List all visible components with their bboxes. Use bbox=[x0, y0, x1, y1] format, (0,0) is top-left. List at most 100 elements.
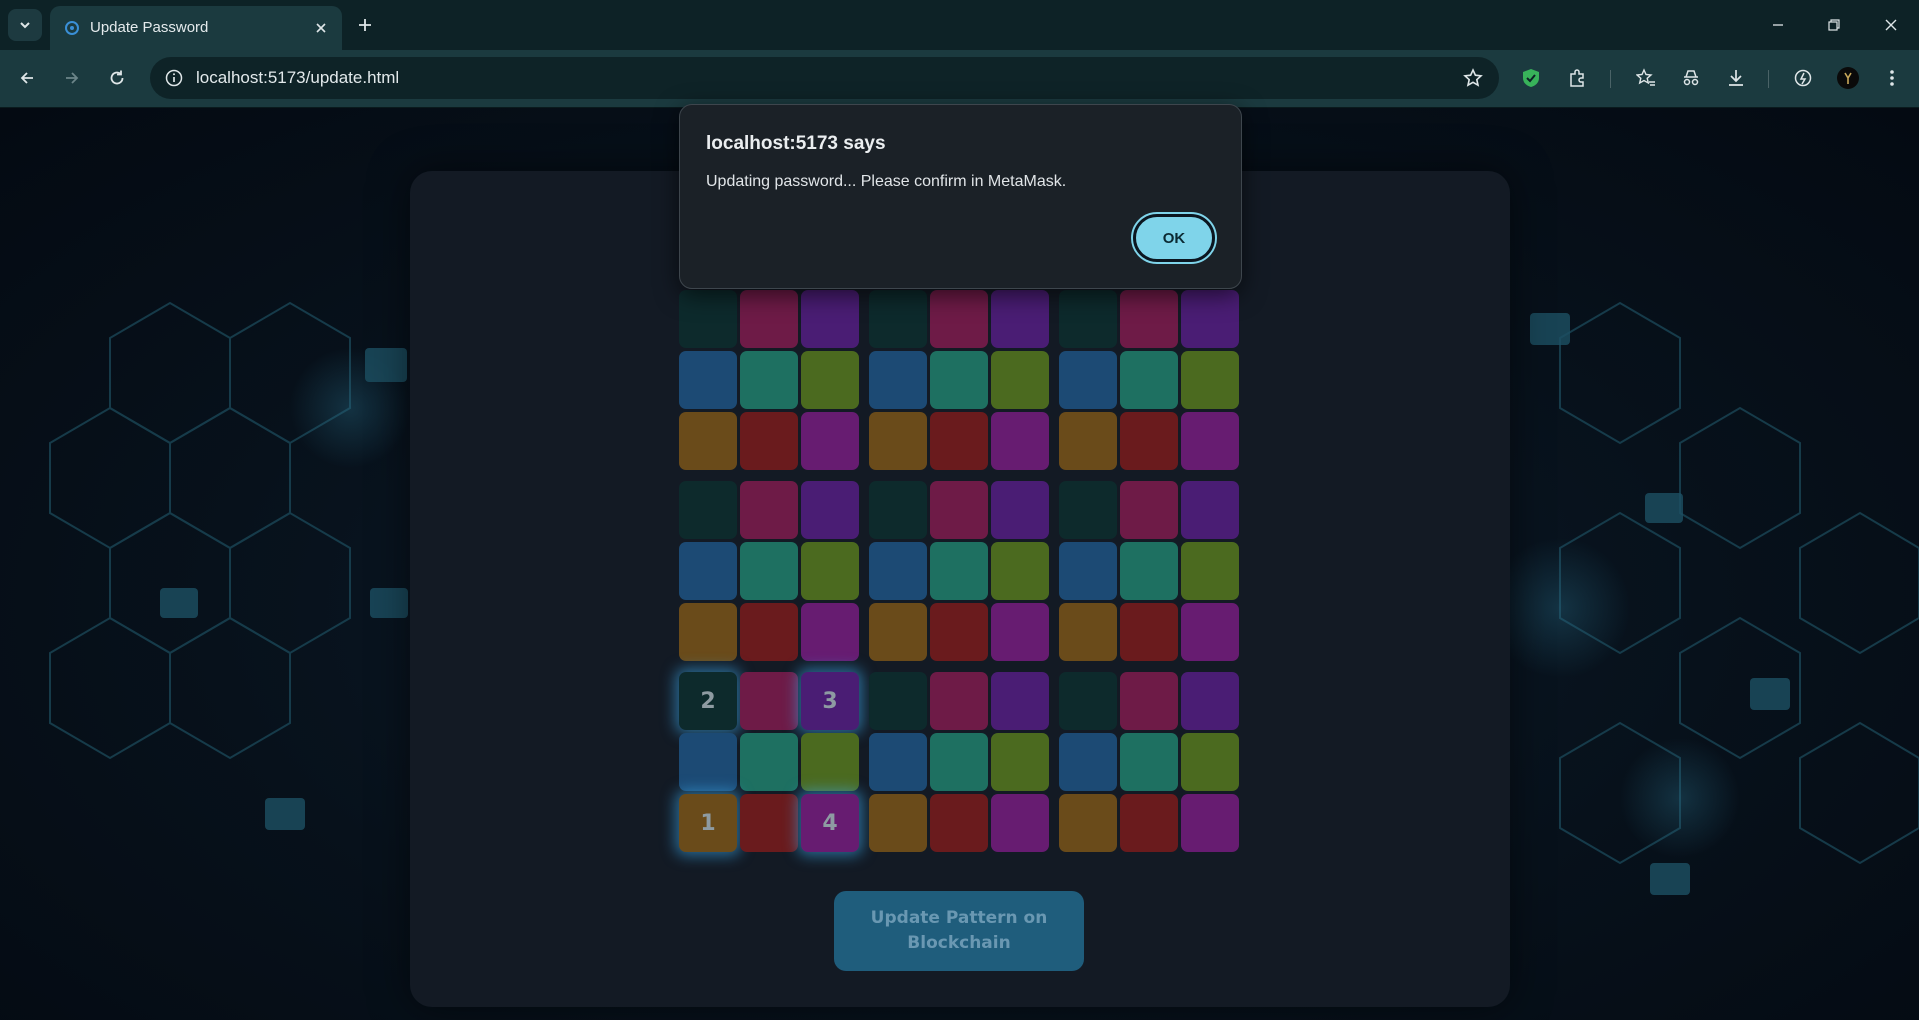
pattern-cell[interactable] bbox=[1059, 603, 1117, 661]
pattern-cell[interactable] bbox=[1181, 412, 1239, 470]
minimize-window-button[interactable] bbox=[1755, 10, 1801, 40]
pattern-cell[interactable] bbox=[679, 603, 737, 661]
address-bar[interactable]: localhost:5173/update.html bbox=[150, 57, 1499, 99]
pattern-cell[interactable] bbox=[869, 351, 927, 409]
pattern-cell[interactable] bbox=[1059, 794, 1117, 852]
pattern-cell[interactable] bbox=[740, 672, 798, 730]
back-button[interactable] bbox=[11, 62, 43, 94]
pattern-cell[interactable] bbox=[991, 603, 1049, 661]
pattern-cell-selected[interactable]: 2 bbox=[679, 672, 737, 730]
pattern-cell[interactable] bbox=[1120, 290, 1178, 348]
pattern-cell[interactable] bbox=[740, 481, 798, 539]
pattern-cell-selected[interactable]: 4 bbox=[801, 794, 859, 852]
shield-extension-button[interactable] bbox=[1517, 64, 1545, 92]
close-window-button[interactable] bbox=[1868, 10, 1914, 40]
favorites-button[interactable] bbox=[1632, 64, 1660, 92]
pattern-cell[interactable] bbox=[1181, 603, 1239, 661]
pattern-cell[interactable] bbox=[801, 351, 859, 409]
dialog-ok-button[interactable]: OK bbox=[1131, 212, 1217, 264]
forward-button[interactable] bbox=[56, 62, 88, 94]
pattern-cell[interactable] bbox=[930, 290, 988, 348]
pattern-cell[interactable] bbox=[1120, 672, 1178, 730]
pattern-cell-selected[interactable]: 1 bbox=[679, 794, 737, 852]
pattern-cell[interactable] bbox=[1181, 351, 1239, 409]
pattern-cell[interactable] bbox=[740, 290, 798, 348]
pattern-cell[interactable] bbox=[679, 481, 737, 539]
bookmark-star-button[interactable] bbox=[1461, 66, 1485, 90]
pattern-cell[interactable] bbox=[930, 481, 988, 539]
new-tab-button[interactable] bbox=[352, 12, 378, 38]
pattern-cell[interactable] bbox=[679, 290, 737, 348]
pattern-cell[interactable] bbox=[801, 542, 859, 600]
pattern-cell[interactable] bbox=[801, 603, 859, 661]
pattern-cell[interactable] bbox=[1059, 733, 1117, 791]
pattern-cell[interactable] bbox=[869, 542, 927, 600]
pattern-cell[interactable] bbox=[740, 733, 798, 791]
pattern-cell[interactable] bbox=[930, 542, 988, 600]
reload-button[interactable] bbox=[101, 62, 133, 94]
pattern-cell[interactable] bbox=[991, 290, 1049, 348]
pattern-cell[interactable] bbox=[991, 733, 1049, 791]
pattern-cell[interactable] bbox=[740, 412, 798, 470]
pattern-cell[interactable] bbox=[679, 733, 737, 791]
pattern-cell[interactable] bbox=[1120, 412, 1178, 470]
pattern-cell[interactable] bbox=[869, 794, 927, 852]
downloads-button[interactable] bbox=[1722, 64, 1750, 92]
pattern-cell[interactable] bbox=[740, 542, 798, 600]
profile-incognito-button[interactable] bbox=[1677, 64, 1705, 92]
update-pattern-button[interactable]: Update Pattern on Blockchain bbox=[834, 891, 1084, 971]
tab-search-menu-button[interactable] bbox=[8, 9, 42, 41]
pattern-cell[interactable] bbox=[1181, 672, 1239, 730]
pattern-cell[interactable] bbox=[991, 412, 1049, 470]
pattern-cell[interactable] bbox=[930, 351, 988, 409]
pattern-cell[interactable] bbox=[869, 733, 927, 791]
pattern-cell[interactable] bbox=[869, 290, 927, 348]
pattern-cell[interactable] bbox=[991, 351, 1049, 409]
pattern-cell[interactable] bbox=[1120, 733, 1178, 791]
pattern-cell[interactable] bbox=[1181, 542, 1239, 600]
pattern-cell-selected[interactable]: 3 bbox=[801, 672, 859, 730]
pattern-cell[interactable] bbox=[1059, 481, 1117, 539]
pattern-cell[interactable] bbox=[1181, 733, 1239, 791]
pattern-cell[interactable] bbox=[1120, 542, 1178, 600]
pattern-cell[interactable] bbox=[679, 351, 737, 409]
pattern-cell[interactable] bbox=[1181, 481, 1239, 539]
pattern-cell[interactable] bbox=[869, 412, 927, 470]
pattern-cell[interactable] bbox=[869, 672, 927, 730]
extensions-button[interactable] bbox=[1563, 64, 1591, 92]
pattern-cell[interactable] bbox=[930, 733, 988, 791]
site-info-button[interactable] bbox=[162, 66, 186, 90]
pattern-cell[interactable] bbox=[1059, 351, 1117, 409]
pattern-cell[interactable] bbox=[991, 481, 1049, 539]
url-text[interactable]: localhost:5173/update.html bbox=[196, 68, 399, 88]
pattern-cell[interactable] bbox=[1059, 290, 1117, 348]
pattern-cell[interactable] bbox=[991, 794, 1049, 852]
active-tab[interactable]: Update Password bbox=[50, 6, 342, 50]
pattern-cell[interactable] bbox=[1120, 351, 1178, 409]
restore-window-button[interactable] bbox=[1811, 10, 1857, 40]
browser-menu-button[interactable] bbox=[1878, 64, 1906, 92]
pattern-cell[interactable] bbox=[679, 542, 737, 600]
pattern-cell[interactable] bbox=[991, 672, 1049, 730]
pattern-cell[interactable] bbox=[991, 542, 1049, 600]
pattern-cell[interactable] bbox=[1059, 412, 1117, 470]
tab-close-button[interactable] bbox=[310, 17, 332, 39]
pattern-cell[interactable] bbox=[1181, 794, 1239, 852]
pattern-cell[interactable] bbox=[930, 412, 988, 470]
pattern-cell[interactable] bbox=[1120, 603, 1178, 661]
pattern-cell[interactable] bbox=[740, 351, 798, 409]
pattern-cell[interactable] bbox=[930, 672, 988, 730]
pattern-cell[interactable] bbox=[1059, 672, 1117, 730]
pattern-cell[interactable] bbox=[1120, 481, 1178, 539]
pattern-cell[interactable] bbox=[869, 481, 927, 539]
pattern-cell[interactable] bbox=[869, 603, 927, 661]
pattern-cell[interactable] bbox=[740, 794, 798, 852]
performance-button[interactable] bbox=[1789, 64, 1817, 92]
pattern-cell[interactable] bbox=[801, 481, 859, 539]
pattern-cell[interactable] bbox=[740, 603, 798, 661]
pattern-cell[interactable] bbox=[801, 290, 859, 348]
pattern-cell[interactable] bbox=[1120, 794, 1178, 852]
pattern-cell[interactable] bbox=[801, 412, 859, 470]
pattern-cell[interactable] bbox=[1181, 290, 1239, 348]
profile-avatar-button[interactable] bbox=[1834, 64, 1862, 92]
